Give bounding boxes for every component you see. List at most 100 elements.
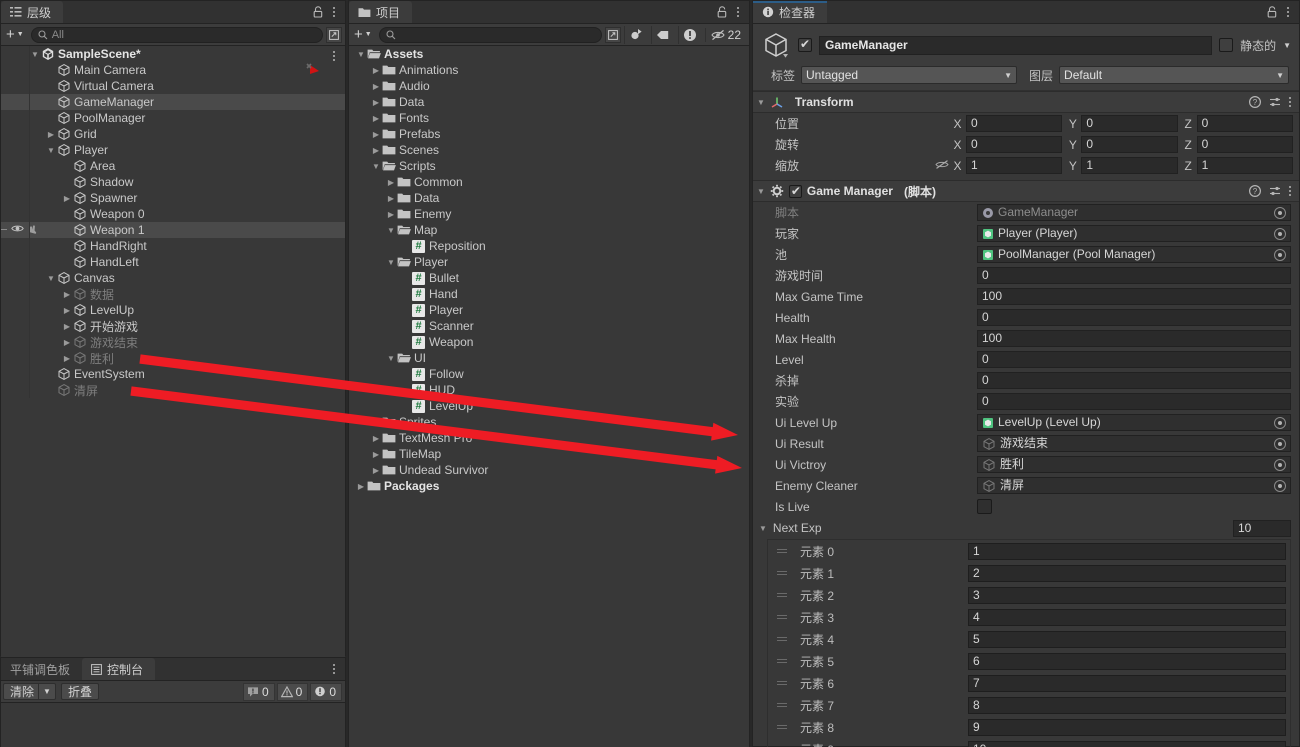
- drag-handle-icon[interactable]: [776, 701, 788, 709]
- hierarchy-item-9[interactable]: Spawner: [1, 190, 345, 206]
- hierarchy-search-input[interactable]: All: [30, 26, 323, 43]
- hierarchy-item-6[interactable]: Player: [1, 142, 345, 158]
- drag-handle-icon[interactable]: [776, 723, 788, 731]
- project-item-27[interactable]: Packages: [349, 478, 749, 494]
- object-picker-icon[interactable]: [1274, 248, 1286, 261]
- transform-位置-Y-input[interactable]: 0: [1081, 115, 1178, 132]
- foldout-open-icon[interactable]: ▼: [759, 524, 767, 533]
- hierarchy-item-15[interactable]: 数据: [1, 286, 345, 302]
- project-search-input[interactable]: [378, 26, 602, 43]
- foldout-closed-icon[interactable]: [61, 338, 73, 347]
- gm-field-object-input[interactable]: Player (Player): [977, 225, 1291, 242]
- project-item-0[interactable]: Assets: [349, 46, 749, 62]
- hierarchy-menu-icon[interactable]: [333, 5, 337, 19]
- hierarchy-item-10[interactable]: Weapon 0: [1, 206, 345, 222]
- foldout-open-icon[interactable]: [29, 50, 41, 59]
- hierarchy-item-4[interactable]: PoolManager: [1, 110, 345, 126]
- project-item-2[interactable]: Audio: [349, 78, 749, 94]
- hierarchy-item-8[interactable]: Shadow: [1, 174, 345, 190]
- nextexp-array-header[interactable]: ▼ Next Exp 10: [753, 517, 1299, 539]
- transform-缩放-Y-input[interactable]: 1: [1081, 157, 1178, 174]
- nextexp-element-input[interactable]: 10: [968, 740, 1286, 747]
- project-item-12[interactable]: # Reposition: [349, 238, 749, 254]
- foldout-closed-icon[interactable]: [370, 98, 382, 107]
- foldout-closed-icon[interactable]: [45, 130, 57, 139]
- project-item-7[interactable]: Scripts: [349, 158, 749, 174]
- foldout-open-icon[interactable]: [370, 162, 382, 171]
- project-item-24[interactable]: TextMesh Pro: [349, 430, 749, 446]
- object-name-input[interactable]: GameManager: [819, 35, 1213, 55]
- gm-field-input[interactable]: 0: [977, 309, 1291, 326]
- nextexp-element-input[interactable]: 6: [968, 652, 1286, 670]
- foldout-open-icon[interactable]: [355, 50, 367, 59]
- foldout-open-icon[interactable]: ▼: [757, 98, 765, 107]
- console-menu-icon[interactable]: [333, 662, 337, 676]
- project-item-25[interactable]: TileMap: [349, 446, 749, 462]
- nextexp-size-input[interactable]: 10: [1233, 519, 1291, 537]
- object-enabled-checkbox[interactable]: [798, 37, 812, 52]
- transform-位置-X-input[interactable]: 0: [966, 115, 1063, 132]
- hierarchy-tree[interactable]: SampleScene* Main Camera Virtual Camera Gam…: [1, 46, 345, 657]
- nextexp-element-input[interactable]: 9: [968, 718, 1286, 736]
- hierarchy-item-13[interactable]: HandLeft: [1, 254, 345, 270]
- project-item-17[interactable]: # Scanner: [349, 318, 749, 334]
- object-picker-icon[interactable]: [1274, 206, 1286, 219]
- object-picker-icon[interactable]: [1274, 479, 1286, 492]
- foldout-closed-icon[interactable]: [61, 290, 73, 299]
- project-item-11[interactable]: Map: [349, 222, 749, 238]
- foldout-closed-icon[interactable]: [370, 466, 382, 475]
- transform-缩放-X-input[interactable]: 1: [966, 157, 1063, 174]
- tab-project[interactable]: 项目: [349, 1, 413, 23]
- project-item-1[interactable]: Animations: [349, 62, 749, 78]
- foldout-closed-icon[interactable]: [385, 210, 397, 219]
- project-item-14[interactable]: # Bullet: [349, 270, 749, 286]
- gm-field-input[interactable]: 100: [977, 288, 1291, 305]
- transform-旋转-Y-input[interactable]: 0: [1081, 136, 1178, 153]
- console-warning-filter-button[interactable]: [677, 25, 702, 44]
- foldout-closed-icon[interactable]: [385, 194, 397, 203]
- foldout-closed-icon[interactable]: [370, 114, 382, 123]
- tab-tile-palette[interactable]: 平铺调色板: [1, 658, 82, 680]
- filter-by-type-button[interactable]: [623, 25, 648, 44]
- foldout-closed-icon[interactable]: [385, 178, 397, 187]
- project-menu-icon[interactable]: [737, 5, 741, 19]
- foldout-closed-icon[interactable]: [370, 434, 382, 443]
- hierarchy-item-20[interactable]: EventSystem: [1, 366, 345, 382]
- project-item-26[interactable]: Undead Survivor: [349, 462, 749, 478]
- help-icon[interactable]: ?: [1249, 185, 1261, 197]
- hierarchy-item-19[interactable]: 胜利: [1, 350, 345, 366]
- nextexp-element-input[interactable]: 5: [968, 630, 1286, 648]
- scene-menu-icon[interactable]: [333, 49, 337, 63]
- project-item-8[interactable]: Common: [349, 174, 749, 190]
- pickability-toggle-icon[interactable]: [27, 224, 38, 238]
- gm-field-input[interactable]: 100: [977, 330, 1291, 347]
- console-clear-dropdown[interactable]: ▼: [39, 683, 56, 700]
- lock-icon[interactable]: [717, 6, 728, 18]
- drag-handle-icon[interactable]: [776, 679, 788, 687]
- hierarchy-item-1[interactable]: Main Camera: [1, 62, 345, 78]
- foldout-open-icon[interactable]: [385, 226, 397, 235]
- console-clear-button[interactable]: 清除: [3, 683, 40, 700]
- foldout-closed-icon[interactable]: [370, 66, 382, 75]
- gm-field-object-input[interactable]: PoolManager (Pool Manager): [977, 246, 1291, 263]
- project-tree[interactable]: Assets Animations Audio Data Fonts Prefabs Sce…: [349, 46, 749, 747]
- gm-field-input[interactable]: 0: [977, 372, 1291, 389]
- hierarchy-item-16[interactable]: LevelUp: [1, 302, 345, 318]
- project-search-popout-button[interactable]: [604, 26, 621, 43]
- project-item-9[interactable]: Data: [349, 190, 749, 206]
- lock-icon[interactable]: [1267, 6, 1278, 18]
- foldout-closed-icon[interactable]: [370, 146, 382, 155]
- foldout-closed-icon[interactable]: [370, 418, 382, 427]
- hierarchy-item-17[interactable]: 开始游戏: [1, 318, 345, 334]
- drag-handle-icon[interactable]: [776, 591, 788, 599]
- project-item-19[interactable]: UI: [349, 350, 749, 366]
- scale-link-icon[interactable]: [935, 159, 953, 173]
- console-log-filter[interactable]: 0: [242, 682, 275, 701]
- hierarchy-item-14[interactable]: Canvas: [1, 270, 345, 286]
- nextexp-element-input[interactable]: 8: [968, 696, 1286, 714]
- foldout-closed-icon[interactable]: [370, 450, 382, 459]
- project-item-3[interactable]: Data: [349, 94, 749, 110]
- transform-旋转-Z-input[interactable]: 0: [1196, 136, 1293, 153]
- gm-field-object-input[interactable]: 胜利: [977, 456, 1291, 473]
- help-icon[interactable]: ?: [1249, 96, 1261, 108]
